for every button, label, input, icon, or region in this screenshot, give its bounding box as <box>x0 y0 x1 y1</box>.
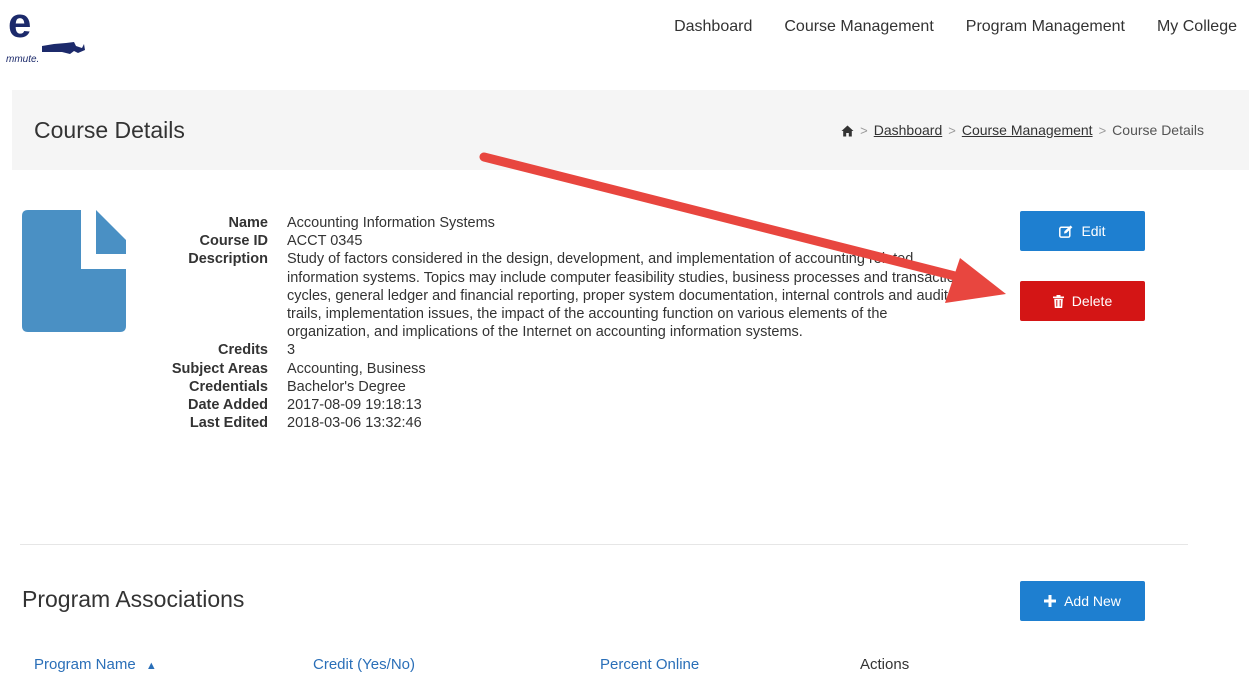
detail-row-name: Name Accounting Information Systems <box>150 214 990 232</box>
program-associations-table-header: Program Name ▲ Credit (Yes/No) Percent O… <box>0 656 1249 676</box>
course-details: Name Accounting Information Systems Cour… <box>150 214 990 432</box>
detail-value: 3 <box>287 342 296 359</box>
trash-icon <box>1052 294 1064 308</box>
delete-button[interactable]: Delete <box>1020 281 1145 321</box>
file-icon <box>22 210 126 332</box>
nav-dashboard[interactable]: Dashboard <box>674 18 752 36</box>
detail-label: Date Added <box>187 397 268 414</box>
column-header-program-name[interactable]: Program Name ▲ <box>34 656 157 673</box>
state-map-icon <box>42 42 85 54</box>
chevron-right-icon: > <box>860 122 868 138</box>
main-nav: Dashboard Course Management Program Mana… <box>674 18 1237 36</box>
sort-asc-icon: ▲ <box>145 660 157 672</box>
nav-program-management[interactable]: Program Management <box>966 18 1125 36</box>
logo-tagline: mmute. <box>6 54 40 65</box>
detail-label: Last Edited <box>189 415 268 432</box>
detail-label: Description <box>188 251 268 268</box>
detail-row-course-id: Course ID ACCT 0345 <box>150 232 990 250</box>
detail-row-credits: Credits 3 <box>150 341 990 359</box>
logo-letter: e <box>8 0 32 46</box>
detail-value: Bachelor's Degree <box>287 378 406 395</box>
program-associations-title: Program Associations <box>22 586 245 612</box>
detail-value: ACCT 0345 <box>287 233 363 250</box>
delete-button-label: Delete <box>1071 293 1113 309</box>
detail-label: Course ID <box>199 233 269 250</box>
detail-value: 2018-03-06 13:32:46 <box>287 415 422 432</box>
detail-value: Accounting Information Systems <box>287 215 495 231</box>
detail-row-description: Description Study of factors considered … <box>150 250 990 341</box>
edit-button-label: Edit <box>1081 223 1106 239</box>
column-header-actions: Actions <box>860 656 910 673</box>
detail-label: Credentials <box>189 378 268 395</box>
detail-value: Accounting, Business <box>287 360 426 377</box>
breadcrumb: > Dashboard > Course Management > Course… <box>841 122 1204 138</box>
chevron-right-icon: > <box>1098 122 1107 138</box>
column-header-credit[interactable]: Credit (Yes/No) <box>313 656 415 673</box>
site-logo[interactable]: e mmute. <box>0 2 90 68</box>
detail-row-last-edited: Last Edited 2018-03-06 13:32:46 <box>150 414 990 432</box>
column-header-percent-online[interactable]: Percent Online <box>600 656 699 673</box>
detail-row-credentials: Credentials Bachelor's Degree <box>150 378 990 396</box>
chevron-right-icon: > <box>948 122 956 138</box>
page-header: Course Details > Dashboard > Course Mana… <box>12 90 1249 170</box>
plus-icon <box>1044 595 1057 607</box>
nav-course-management[interactable]: Course Management <box>784 18 933 36</box>
breadcrumb-course-management[interactable]: Course Management <box>962 122 1093 138</box>
breadcrumb-dashboard[interactable]: Dashboard <box>874 122 943 138</box>
detail-label: Credits <box>218 342 268 359</box>
section-divider <box>20 544 1188 545</box>
nav-my-college[interactable]: My College <box>1157 18 1237 36</box>
detail-label: Name <box>228 215 269 231</box>
detail-value: 2017-08-09 19:18:13 <box>287 397 422 414</box>
detail-label: Subject Areas <box>171 360 268 377</box>
add-new-button[interactable]: Add New <box>1020 581 1145 621</box>
detail-row-subject-areas: Subject Areas Accounting, Business <box>150 360 990 378</box>
breadcrumb-current: Course Details <box>1112 122 1204 138</box>
detail-value: Study of factors considered in the desig… <box>287 251 963 341</box>
home-icon[interactable] <box>841 124 854 137</box>
page-title: Course Details <box>34 117 185 143</box>
edit-button[interactable]: Edit <box>1020 211 1145 251</box>
detail-row-date-added: Date Added 2017-08-09 19:18:13 <box>150 396 990 414</box>
edit-icon <box>1059 225 1073 238</box>
top-navbar: e mmute. Dashboard Course Management Pro… <box>0 0 1249 90</box>
column-label: Program Name <box>34 656 136 673</box>
add-new-button-label: Add New <box>1064 593 1121 609</box>
